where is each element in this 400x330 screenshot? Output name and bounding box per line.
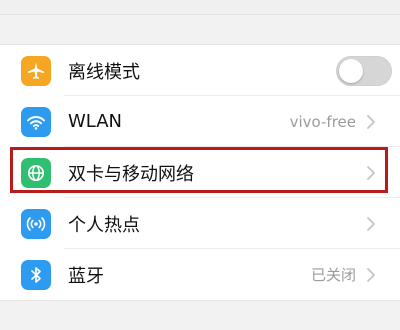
settings-row-airplane-mode[interactable]: 离线模式	[0, 45, 400, 96]
chevron-right-icon	[367, 267, 375, 282]
settings-row-wlan[interactable]: WLAN vivo-free	[0, 96, 400, 147]
globe-icon	[21, 157, 51, 188]
wifi-icon	[21, 106, 51, 137]
settings-list: 离线模式 WLAN vivo-free 双卡与移动网络 个人热点 蓝牙 已关闭	[0, 44, 400, 301]
settings-label-personal-hotspot: 个人热点	[68, 214, 140, 236]
airplane-mode-toggle[interactable]	[336, 55, 392, 86]
settings-label-wlan: WLAN	[68, 111, 123, 132]
chevron-right-icon	[367, 165, 375, 180]
toggle-knob	[339, 58, 363, 83]
chevron-right-icon	[367, 216, 375, 231]
settings-label-dual-sim-mobile-network: 双卡与移动网络	[68, 163, 194, 185]
settings-row-dual-sim-mobile-network[interactable]: 双卡与移动网络	[0, 147, 400, 198]
bluetooth-icon	[21, 259, 51, 290]
settings-label-airplane-mode: 离线模式	[68, 61, 140, 83]
settings-row-personal-hotspot[interactable]: 个人热点	[0, 198, 400, 249]
hotspot-icon	[21, 208, 51, 239]
top-separator	[0, 0, 400, 15]
airplane-icon	[21, 55, 51, 86]
wlan-network-value: vivo-free	[289, 112, 356, 131]
chevron-right-icon	[367, 114, 375, 129]
settings-row-bluetooth[interactable]: 蓝牙 已关闭	[0, 249, 400, 300]
settings-label-bluetooth: 蓝牙	[68, 265, 104, 287]
bluetooth-status-value: 已关闭	[310, 266, 356, 284]
